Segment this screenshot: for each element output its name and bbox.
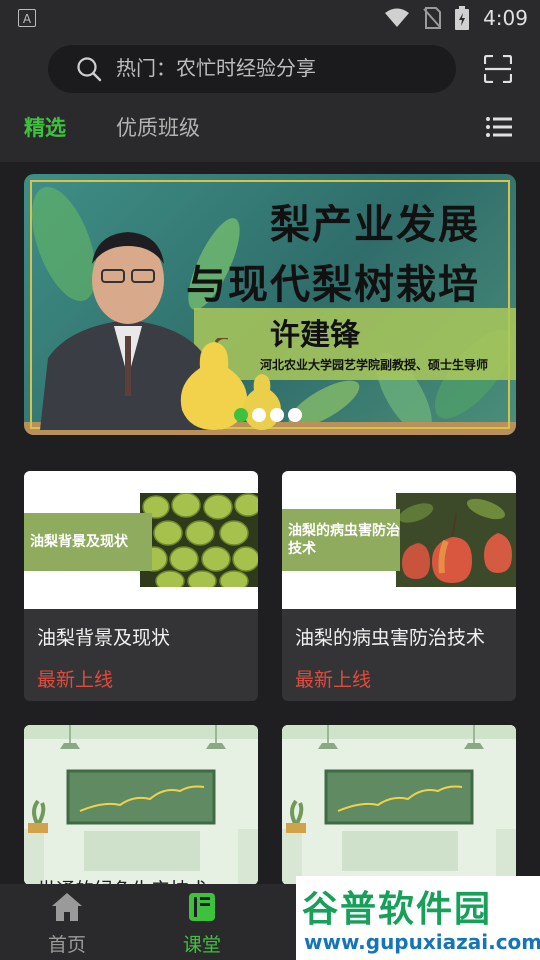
pear-branch-photo <box>396 493 516 587</box>
course-card[interactable]: 油梨背景及现状 油梨背景及现状 最新上线 <box>24 471 258 701</box>
home-icon <box>52 893 82 921</box>
course-title: 油梨背景及现状 <box>37 627 171 649</box>
course-title: 油梨的病虫害防治技术 <box>295 627 486 649</box>
nav-home-label: 首页 <box>47 934 86 956</box>
watermark-title: 谷普软件园 <box>302 889 493 930</box>
nav-home[interactable]: 首页 <box>22 892 112 957</box>
banner-presenter-subtitle: 河北农业大学园艺学院副教授、硕士生导师 <box>260 358 489 372</box>
banner-presenter-name: 许建锋 <box>270 318 360 353</box>
battery-icon <box>455 6 470 30</box>
course-status: 最新上线 <box>295 669 372 691</box>
site-watermark: 谷普软件园 www.gupuxiazai.com <box>296 876 540 960</box>
carousel-dot[interactable] <box>252 408 266 422</box>
course-tag-label: 油梨背景及现状 <box>30 534 128 550</box>
course-card[interactable]: 油梨的病虫害防治技术 油梨的病虫害防治技术 最新上线 <box>282 471 516 701</box>
notification-a-icon: A <box>18 9 36 27</box>
carousel-dot[interactable] <box>234 408 248 422</box>
course-card[interactable]: 世通的绿色生产技术 <box>24 725 258 885</box>
nav-classroom-label: 课堂 <box>182 934 221 956</box>
pears-photo <box>140 493 258 587</box>
carousel-indicators <box>234 408 302 422</box>
carousel-dot[interactable] <box>288 408 302 422</box>
category-tabs: 精选 优质班级 <box>0 108 540 148</box>
carousel-dot[interactable] <box>270 408 284 422</box>
nav-classroom[interactable]: 课堂 <box>157 892 247 957</box>
course-thumbnail: 油梨的病虫害防治技术 <box>282 471 516 609</box>
course-thumbnail: 油梨背景及现状 <box>24 471 258 609</box>
course-tag-label: 油梨的病虫害防治技术 <box>288 523 400 557</box>
clock: 4:09 <box>483 6 528 30</box>
status-bar: A 4:09 <box>0 0 540 36</box>
book-icon <box>189 893 215 921</box>
classroom-illustration <box>282 725 516 885</box>
wifi-icon <box>385 8 410 27</box>
tab-quality-classes[interactable]: 优质班级 <box>116 114 200 142</box>
classroom-illustration <box>24 725 258 885</box>
tab-featured[interactable]: 精选 <box>24 114 66 142</box>
banner-carousel[interactable]: 梨产业发展 与现代梨树栽培 许建锋 河北农业大学园艺学院副教授、硕士生导师 <box>24 174 516 435</box>
watermark-url: www.gupuxiazai.com <box>304 930 540 954</box>
app-header: 热门：农忙时经验分享 精选 优质班级 <box>0 36 540 162</box>
search-icon <box>77 57 102 82</box>
scan-icon[interactable] <box>484 55 512 83</box>
course-status: 最新上线 <box>37 669 114 691</box>
list-menu-icon[interactable] <box>486 116 512 138</box>
no-sim-icon <box>423 7 442 29</box>
course-card[interactable] <box>282 725 516 885</box>
search-bar[interactable]: 热门：农忙时经验分享 <box>48 45 456 93</box>
search-placeholder: 热门：农忙时经验分享 <box>116 56 316 80</box>
